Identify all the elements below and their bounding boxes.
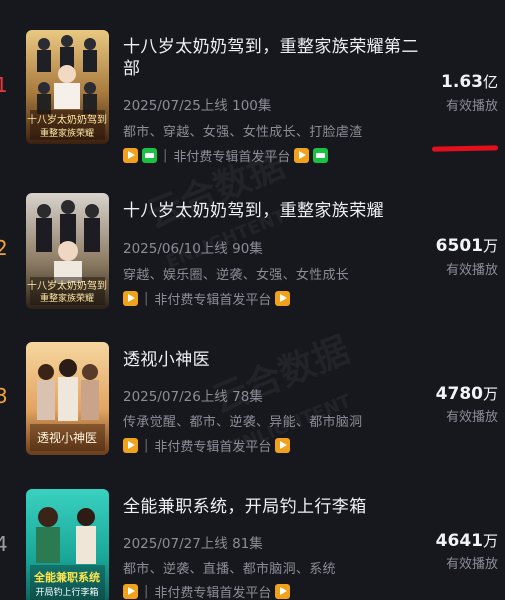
poster-caption: 全能兼职系统 (33, 570, 100, 584)
genre-tags: 传承觉醒、都市、逆袭、异能、都市脑洞 (123, 415, 363, 430)
platform-row: | 非付费专辑首发平台 (123, 289, 291, 308)
video-platform-icon (294, 148, 310, 163)
poster-image[interactable]: 全能兼职系统 开局钓上行李箱 (26, 489, 109, 600)
iqiyi-platform-icon (313, 148, 329, 163)
genre-tags: 都市、逆袭、直播、都市脑洞、系统 (123, 562, 336, 577)
poster-subcaption: 重整家族荣耀 (40, 127, 94, 139)
play-count: 4780万 (435, 384, 498, 404)
poster-subcaption: 重整家族荣耀 (40, 292, 94, 304)
play-count-label: 有效播放 (445, 263, 498, 278)
poster-subcaption: 开局钓上行李箱 (35, 586, 98, 598)
play-count-label: 有效播放 (445, 557, 498, 572)
genre-tags: 穿越、娱乐圈、逆袭、女强、女性成长 (123, 268, 350, 283)
drama-title[interactable]: 全能兼职系统，开局钓上行李箱 (123, 496, 431, 518)
highlight-underline (431, 145, 499, 152)
release-info: 2025/07/26上线 78集 (123, 389, 263, 405)
video-platform-icon (123, 584, 138, 599)
poster-image[interactable]: 十八岁太奶奶驾到 重整家族荣耀 (26, 30, 109, 144)
poster-image[interactable]: 透视小神医 (26, 342, 109, 455)
video-platform-icon (123, 148, 138, 163)
separator: | (163, 148, 168, 163)
genre-tags: 都市、穿越、女强、女性成长、打脸虐渣 (123, 125, 363, 140)
release-info: 2025/07/25上线 100集 (123, 98, 272, 114)
platform-row: | 非付费专辑首发平台 (123, 436, 291, 455)
play-count: 4641万 (435, 531, 498, 551)
separator: | (144, 584, 149, 599)
poster-caption: 十八岁太奶奶驾到 (27, 113, 107, 126)
platform-row: | 非付费专辑首发平台 (123, 582, 291, 600)
poster-caption: 十八岁太奶奶驾到 (27, 279, 107, 292)
platform-text: 非付费专辑首发平台 (173, 150, 291, 165)
play-count-label: 有效播放 (445, 410, 498, 425)
video-platform-icon (275, 584, 291, 599)
play-count-label: 有效播放 (445, 99, 498, 114)
video-platform-icon (123, 438, 138, 453)
play-count: 1.63亿 (441, 72, 498, 92)
platform-text: 非付费专辑首发平台 (154, 440, 272, 455)
video-platform-icon (275, 291, 291, 306)
drama-title[interactable]: 十八岁太奶奶驾到，重整家族荣耀第二部 (123, 36, 431, 80)
poster-caption: 透视小神医 (37, 430, 97, 445)
platform-text: 非付费专辑首发平台 (154, 586, 272, 600)
rank-number: 4 (0, 532, 8, 556)
rank-number: 3 (0, 384, 8, 408)
separator: | (144, 438, 149, 453)
release-info: 2025/07/27上线 81集 (123, 536, 263, 552)
drama-title[interactable]: 透视小神医 (123, 349, 431, 371)
drama-title[interactable]: 十八岁太奶奶驾到，重整家族荣耀 (123, 200, 431, 222)
platform-row: | 非付费专辑首发平台 (123, 146, 329, 165)
iqiyi-platform-icon (142, 148, 157, 163)
rank-number: 2 (0, 236, 8, 260)
video-platform-icon (123, 291, 138, 306)
play-count: 6501万 (435, 236, 498, 256)
rank-number: 1 (0, 73, 8, 97)
separator: | (144, 291, 149, 306)
platform-text: 非付费专辑首发平台 (154, 293, 272, 308)
release-info: 2025/06/10上线 90集 (123, 241, 263, 257)
poster-image[interactable]: 十八岁太奶奶驾到 重整家族荣耀 (26, 193, 109, 309)
ranking-list: 云合数据 ENLIGHTENT 云合数据 ENLIGHTENT 1 十八岁太奶奶… (0, 0, 505, 600)
video-platform-icon (275, 438, 291, 453)
